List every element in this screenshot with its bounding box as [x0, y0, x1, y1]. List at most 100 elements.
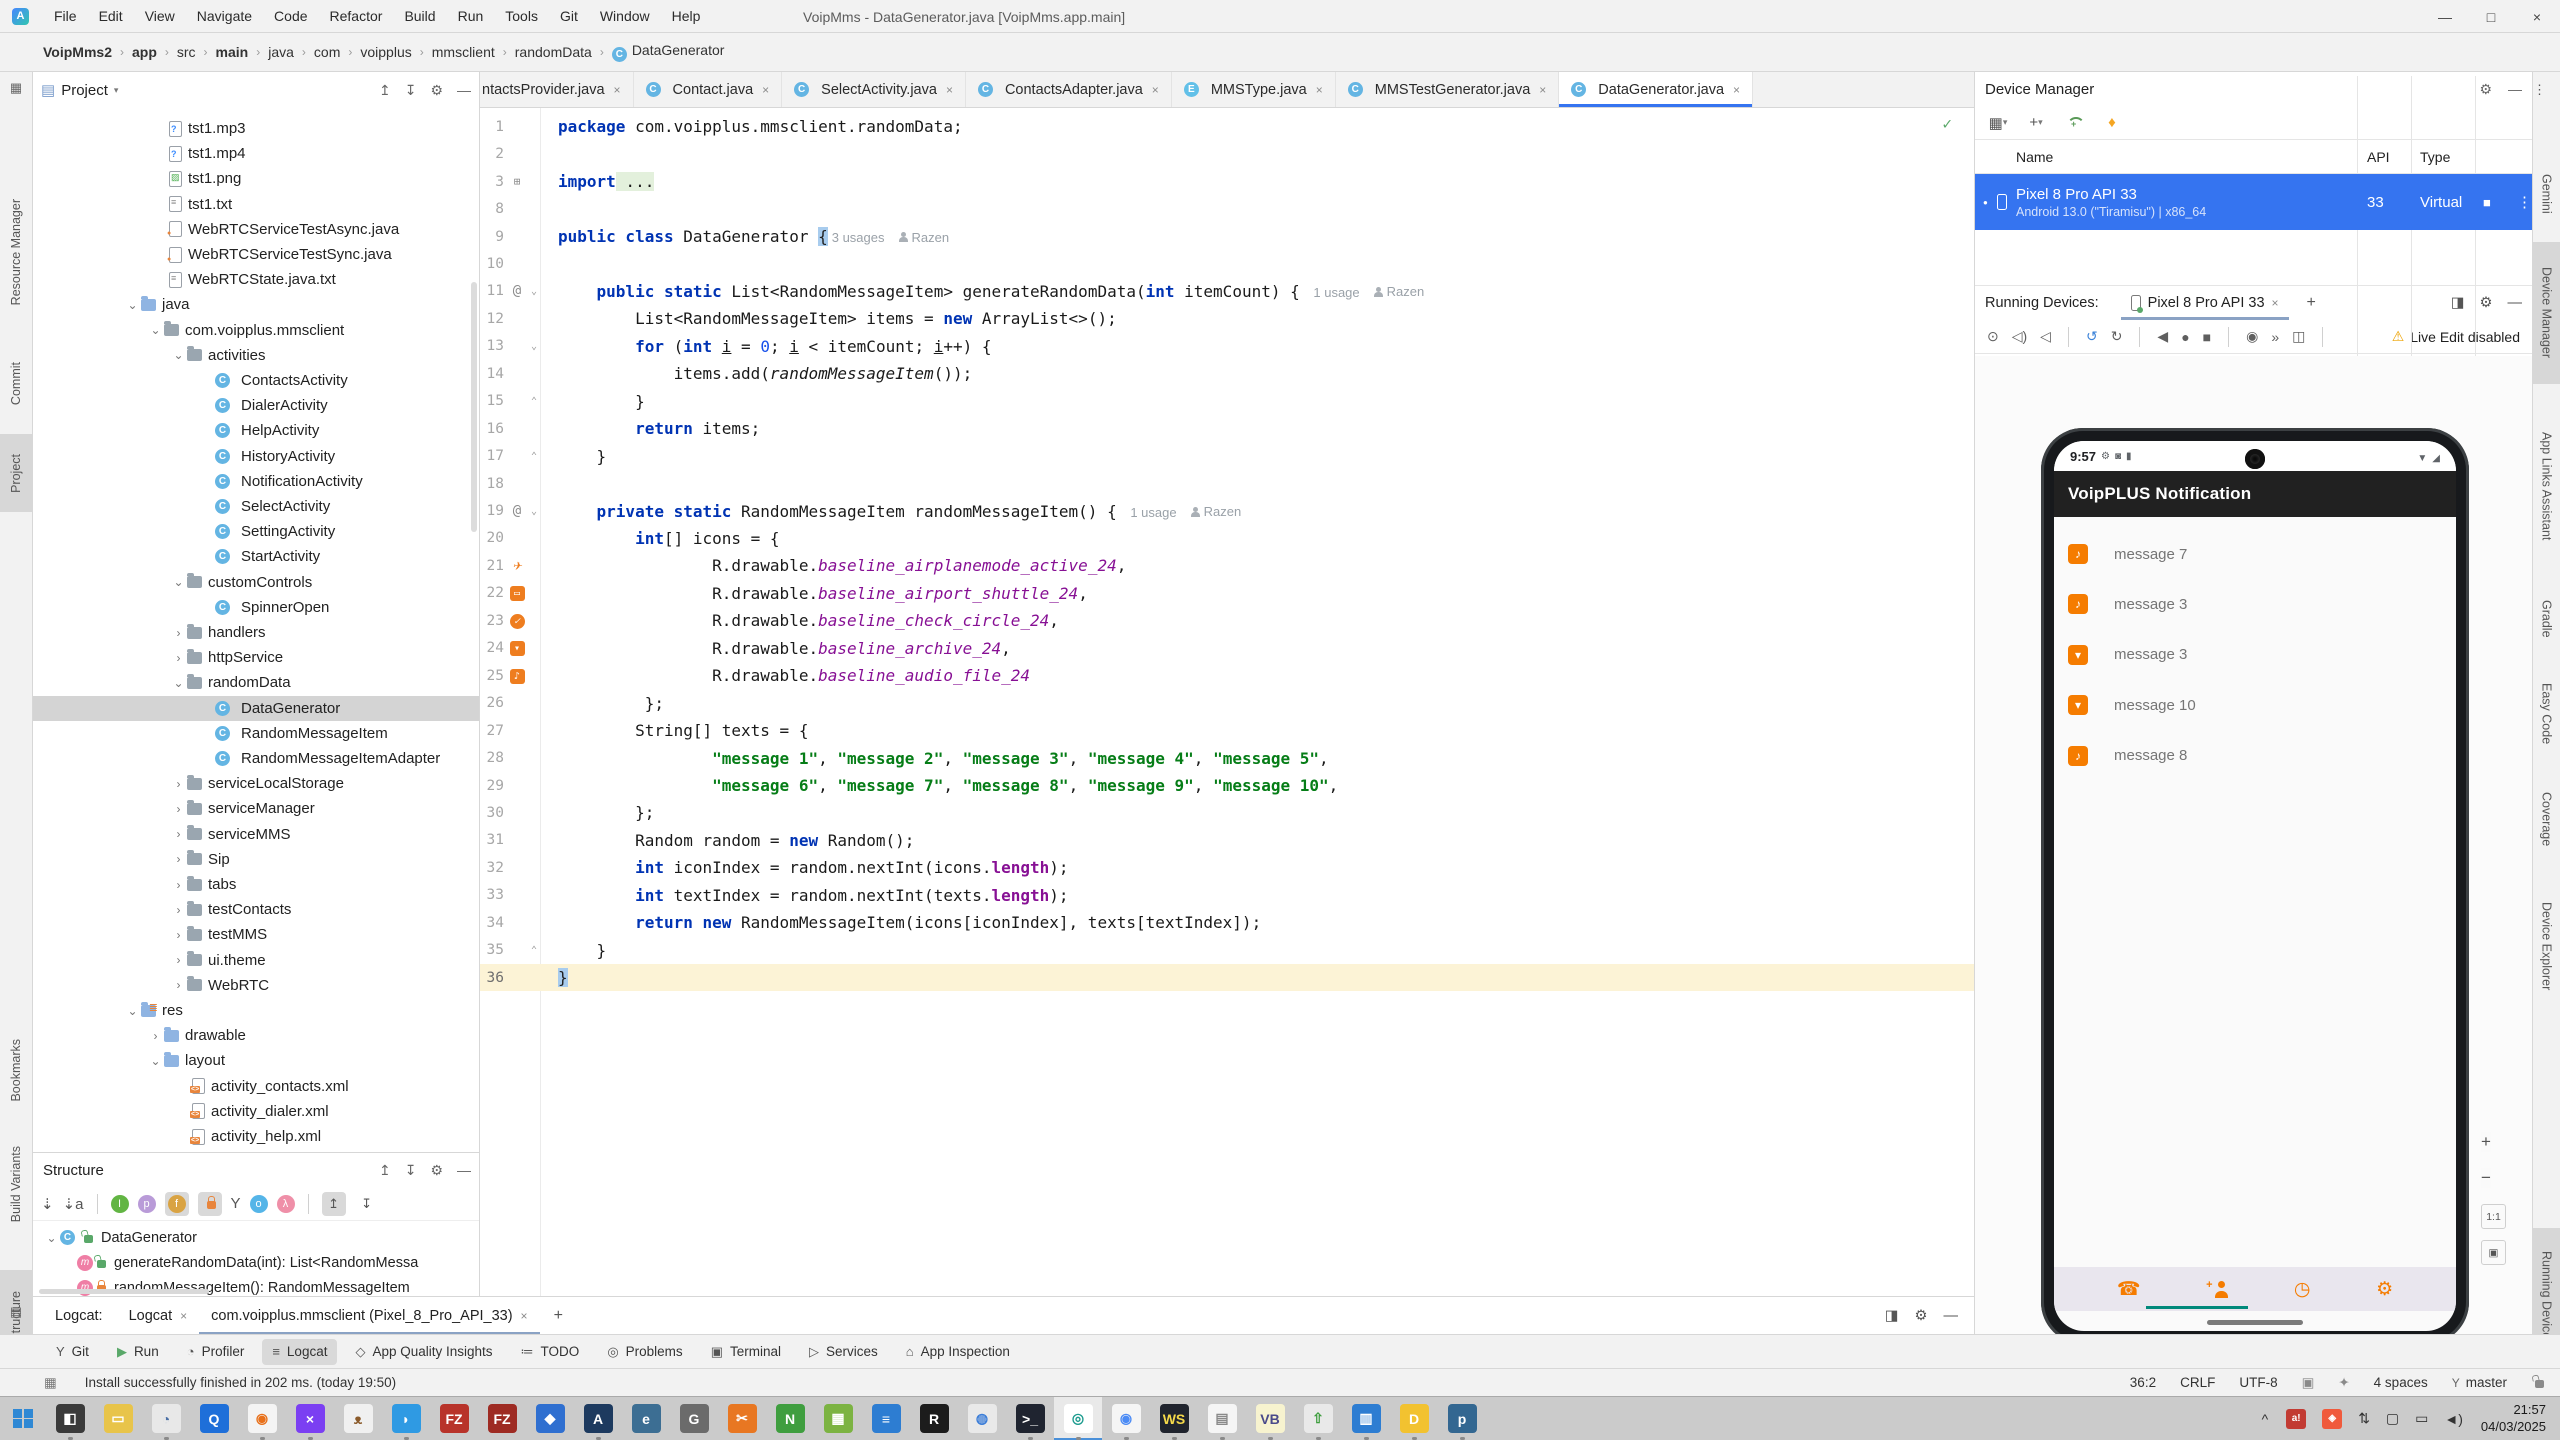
tool-window-button-device-manager[interactable]: Device Manager: [2533, 242, 2560, 384]
structure-hide-icon[interactable]: —: [457, 1162, 471, 1178]
tray-usb-device[interactable]: ⇅: [2358, 1410, 2370, 1427]
code-line-12[interactable]: 12 List<RandomMessageItem> items = new A…: [480, 305, 1974, 332]
tab-close-icon[interactable]: ×: [1152, 83, 1159, 97]
show-fields-icon[interactable]: f: [168, 1195, 186, 1213]
autoscroll-from-source-icon[interactable]: ↧: [355, 1192, 379, 1216]
tree-item-tst1-mp4[interactable]: tst1.mp4: [33, 141, 479, 166]
taskbar-notes-doc[interactable]: ▤: [1198, 1397, 1246, 1440]
taskbar-app-dark[interactable]: ◧: [46, 1397, 94, 1440]
code-line-16[interactable]: 16 return items;: [480, 415, 1974, 442]
taskbar-app-a-window[interactable]: A: [574, 1397, 622, 1440]
show-inherited-icon[interactable]: I: [111, 1195, 129, 1213]
chevron-right-icon[interactable]: ›: [170, 978, 187, 992]
chevron-down-icon[interactable]: ⌄: [170, 348, 187, 362]
structure-expand-all-icon[interactable]: ↥: [379, 1162, 391, 1179]
tree-item-activity-help-xml[interactable]: activity_help.xml: [33, 1124, 479, 1149]
rd-layout-icon[interactable]: ◨: [2451, 295, 2465, 311]
tree-item-testcontacts[interactable]: ›testContacts: [33, 897, 479, 922]
usages-inlay[interactable]: 1 usage: [1130, 505, 1176, 520]
tree-item-spinneropen[interactable]: CSpinnerOpen: [33, 595, 479, 620]
column-type[interactable]: Type: [2420, 149, 2450, 165]
tree-item-settingactivity[interactable]: CSettingActivity: [33, 519, 479, 544]
tab-close-icon[interactable]: ×: [1316, 83, 1323, 97]
tab-contact-java[interactable]: CContact.java×: [634, 72, 783, 107]
hide-icon[interactable]: —: [457, 82, 471, 98]
breadcrumb-com[interactable]: com: [311, 42, 343, 62]
chevron-down-icon[interactable]: ⌄: [124, 298, 141, 312]
usages-inlay[interactable]: 1 usage: [1313, 285, 1359, 300]
tool-window-button-easy-code[interactable]: Easy Code: [2533, 668, 2560, 760]
tool-window-profiler[interactable]: ◔Profiler: [177, 1339, 255, 1365]
chevron-down-icon[interactable]: ⌄: [124, 1004, 141, 1018]
taskbar-filezilla-2[interactable]: FZ: [478, 1397, 526, 1440]
taskbar-reader-blue[interactable]: ▥: [1342, 1397, 1390, 1440]
message-list-item[interactable]: ▾message 10: [2054, 680, 2456, 730]
menu-build[interactable]: Build: [393, 0, 446, 33]
tree-item-webrtcstate-java-txt[interactable]: WebRTCState.java.txt: [33, 267, 479, 292]
menu-edit[interactable]: Edit: [88, 0, 134, 33]
column-api[interactable]: API: [2367, 149, 2390, 165]
code-line-10[interactable]: 10: [480, 250, 1974, 277]
code-line-1[interactable]: 1package com.voipplus.mmsclient.randomDa…: [480, 113, 1974, 140]
tree-item-tst1-txt[interactable]: tst1.txt: [33, 192, 479, 217]
menu-file[interactable]: File: [43, 0, 88, 33]
tool-window-git[interactable]: YGit: [46, 1339, 99, 1365]
code-line-15[interactable]: 15⌃ }: [480, 388, 1974, 415]
tree-item-handlers[interactable]: ›handlers: [33, 620, 479, 645]
firebase-icon[interactable]: ♦: [2101, 111, 2123, 135]
tool-window-problems[interactable]: ◎Problems: [597, 1339, 692, 1365]
menu-git[interactable]: Git: [549, 0, 589, 33]
drawable-shuttle-icon[interactable]: ▭: [506, 585, 528, 601]
tree-item-com-voipplus-mmsclient[interactable]: ⌄com.voipplus.mmsclient: [33, 318, 479, 343]
group-methods-icon[interactable]: Y: [231, 1195, 241, 1212]
device-manager-settings-icon[interactable]: ⚙: [2479, 81, 2492, 98]
code-editor[interactable]: ✓ 1package com.voipplus.mmsclient.random…: [480, 108, 1974, 1296]
chevron-right-icon[interactable]: ›: [170, 878, 187, 892]
chevron-right-icon[interactable]: ›: [147, 1029, 164, 1043]
taskbar-libreoffice-calc[interactable]: ▦: [814, 1397, 862, 1440]
logcat-layout-icon[interactable]: ◨: [1885, 1308, 1899, 1324]
resource-manager-icon[interactable]: ▦: [0, 80, 32, 96]
menu-view[interactable]: View: [134, 0, 186, 33]
taskbar-search-blue[interactable]: Q: [190, 1397, 238, 1440]
tree-item-dialeractivity[interactable]: CDialerActivity: [33, 393, 479, 418]
tree-item-java[interactable]: ⌄java: [33, 292, 479, 317]
message-list-item[interactable]: ♪message 7: [2054, 529, 2456, 579]
tree-item-webrtcservicetestsync-java[interactable]: WebRTCServiceTestSync.java: [33, 242, 479, 267]
code-line-24[interactable]: 24▾ R.drawable.baseline_archive_24,: [480, 635, 1974, 662]
encoding[interactable]: UTF-8: [2239, 1375, 2277, 1390]
chevron-down-icon[interactable]: ⌄: [170, 676, 187, 690]
code-author-inlay[interactable]: Razen: [899, 230, 950, 245]
fold-plus-icon[interactable]: ⊞: [506, 175, 528, 188]
code-line-28[interactable]: 28 "message 1", "message 2", "message 3"…: [480, 744, 1974, 771]
code-line-9[interactable]: 9public class DataGenerator {3 usagesRaz…: [480, 223, 1974, 250]
code-line-30[interactable]: 30 };: [480, 799, 1974, 826]
code-line-36[interactable]: 36}: [480, 964, 1974, 991]
code-line-17[interactable]: 17⌃ }: [480, 442, 1974, 469]
taskbar-chrome[interactable]: ◉: [1102, 1397, 1150, 1440]
git-branch-widget[interactable]: Ymaster: [2452, 1375, 2507, 1390]
taskbar-snip-tool[interactable]: ✂: [718, 1397, 766, 1440]
show-properties-icon[interactable]: p: [138, 1195, 156, 1213]
fold-collapse-icon[interactable]: ⌄: [528, 341, 540, 352]
taskbar-pgadmin[interactable]: p: [1438, 1397, 1486, 1440]
chevron-down-icon[interactable]: ⌄: [43, 1231, 60, 1245]
tree-item-contactsactivity[interactable]: CContactsActivity: [33, 368, 479, 393]
screenshot-icon[interactable]: ◉: [2246, 328, 2258, 345]
running-device-tab-close-icon[interactable]: ×: [2272, 296, 2279, 310]
tree-item-activity-dialer-xml[interactable]: activity_dialer.xml: [33, 1099, 479, 1124]
tool-window-services[interactable]: ▷Services: [799, 1339, 888, 1365]
fold-expand-icon[interactable]: ⌃: [528, 945, 540, 956]
logcat-settings-icon[interactable]: ⚙: [1915, 1308, 1928, 1324]
structure-item-generaterandomdata-int-list-randommessa[interactable]: mgenerateRandomData(int): List<RandomMes…: [33, 1250, 479, 1275]
device-manager-hide-icon[interactable]: —: [2508, 81, 2522, 97]
taskbar-visual-studio[interactable]: ×: [286, 1397, 334, 1440]
tool-window-button-coverage[interactable]: Coverage: [2533, 774, 2560, 864]
device-stop-button[interactable]: ■: [2483, 195, 2491, 210]
start-button[interactable]: [0, 1397, 46, 1440]
code-line-3[interactable]: 3⊞import ...: [480, 168, 1974, 195]
tool-window-button-bookmarks[interactable]: Bookmarks: [0, 1020, 32, 1120]
tree-item-activities[interactable]: ⌄activities: [33, 343, 479, 368]
code-line-21[interactable]: 21✈ R.drawable.baseline_airplanemode_act…: [480, 552, 1974, 579]
taskbar-firefox[interactable]: ◉: [238, 1397, 286, 1440]
